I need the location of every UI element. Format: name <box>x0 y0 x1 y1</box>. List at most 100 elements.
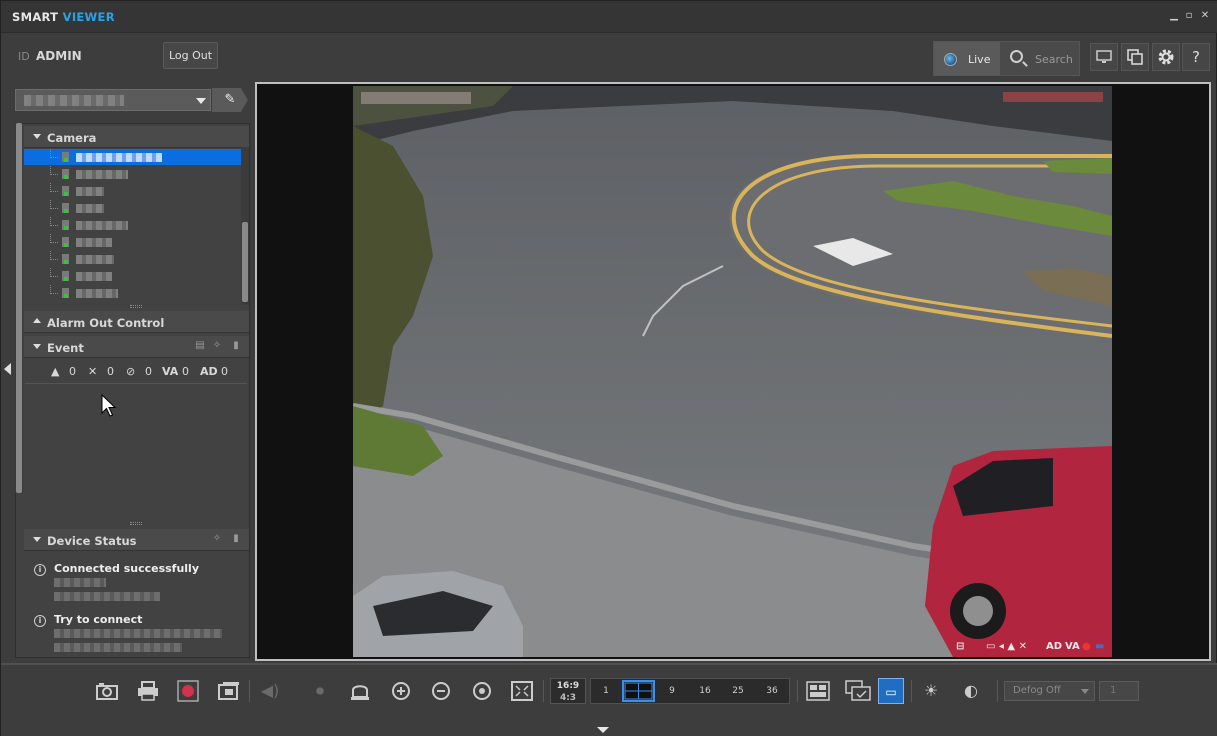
tab-search[interactable]: Search <box>1001 42 1079 75</box>
layout-icon[interactable] <box>1121 43 1149 71</box>
tab-live[interactable]: Live <box>934 42 1000 75</box>
toolbar-separator <box>997 680 998 702</box>
alarm-icon: ▲ <box>51 365 60 378</box>
minimize-icon[interactable]: ▁ <box>1169 11 1179 21</box>
camera-icon <box>62 169 69 179</box>
instant-playback-icon[interactable] <box>216 678 242 704</box>
event-section-title: Event <box>47 341 84 355</box>
aspect-ratio-toggle[interactable]: 16:9 4:3 <box>550 678 586 704</box>
close-icon[interactable]: ✕ <box>1200 11 1210 21</box>
camera-item[interactable] <box>24 234 241 250</box>
smart-viewer-window: SMART VIEWER ▁ ▫ ✕ ID ADMIN Log Out Live… <box>0 0 1217 736</box>
id-label: ID <box>18 50 30 63</box>
pin-icon[interactable]: ✧ <box>211 533 223 545</box>
camera-icon <box>62 288 69 298</box>
defog-select[interactable]: Defog Off <box>1004 681 1095 701</box>
maximize-icon[interactable]: ▫ <box>1184 11 1194 21</box>
live-icon <box>944 53 957 66</box>
trash-icon[interactable]: ▮ <box>230 340 242 352</box>
camera-icon <box>62 152 69 162</box>
speaker-icon[interactable]: ◀) <box>257 678 283 704</box>
camera-list-scrollbar[interactable] <box>241 147 249 305</box>
zoom-reset-icon[interactable] <box>469 678 495 704</box>
expand-icon <box>33 134 41 139</box>
va-label: VA <box>162 365 179 378</box>
layout-4[interactable] <box>622 680 655 702</box>
pin-icon[interactable]: ✧ <box>211 340 223 352</box>
site-select-value <box>24 95 124 106</box>
camera-item[interactable] <box>24 285 241 301</box>
info-icon: i <box>34 564 46 576</box>
search-icon <box>1010 50 1023 63</box>
lock-icon: ⊟ <box>956 641 965 652</box>
mouse-cursor-icon <box>101 394 117 417</box>
layout-36[interactable]: 36 <box>757 680 787 702</box>
scrollbar-thumb[interactable] <box>16 123 22 493</box>
settings-icon[interactable] <box>1152 43 1180 71</box>
osd-status-icons: ▭ ◂ ▲ ✕ <box>986 641 1027 652</box>
chevron-down-icon <box>196 98 206 104</box>
scrollbar-thumb[interactable] <box>242 222 248 302</box>
resize-grip[interactable] <box>130 522 142 525</box>
camera-icon <box>62 203 69 213</box>
expand-icon <box>33 344 41 349</box>
camera-section-header[interactable]: Camera <box>24 126 249 148</box>
camera-item[interactable] <box>24 166 241 182</box>
camera-item[interactable] <box>24 149 241 165</box>
microphone-icon[interactable]: ⏺ <box>307 678 333 704</box>
ratio-4-3: 4:3 <box>559 693 577 703</box>
logout-button[interactable]: Log Out <box>163 42 218 69</box>
fit-screen-icon[interactable] <box>509 678 535 704</box>
contrast-icon[interactable]: ◐ <box>958 678 984 704</box>
expand-timeline-icon[interactable] <box>597 727 609 733</box>
camera-icon <box>62 271 69 281</box>
help-icon[interactable]: ? <box>1182 43 1210 71</box>
osd-toggle-icon[interactable]: ▭ <box>878 678 904 704</box>
ratio-16-9: 16:9 <box>556 681 580 691</box>
sequence-icon[interactable] <box>805 678 831 704</box>
toolbar-separator <box>543 680 544 702</box>
monitor-icon[interactable] <box>1090 43 1118 71</box>
zoom-out-icon[interactable] <box>428 678 454 704</box>
camera-video-feed[interactable] <box>353 86 1112 657</box>
print-icon[interactable] <box>135 678 161 704</box>
site-select[interactable] <box>15 89 211 111</box>
layout-25[interactable]: 25 <box>723 680 753 702</box>
camera-item[interactable] <box>24 200 241 216</box>
zoom-in-icon[interactable] <box>388 678 414 704</box>
collapse-icon <box>33 318 41 323</box>
resize-grip[interactable] <box>130 305 142 308</box>
collapse-panel-icon[interactable] <box>4 363 11 375</box>
motion-icon: ✕ <box>88 365 98 378</box>
video-loss-count: 0 <box>145 365 152 378</box>
multi-monitor-icon[interactable] <box>845 678 871 704</box>
layout-16[interactable]: 16 <box>690 680 720 702</box>
camera-item[interactable] <box>24 268 241 284</box>
va-count: 0 <box>182 365 189 378</box>
camera-icon <box>62 254 69 264</box>
event-list-icon[interactable]: ▤ <box>194 340 206 352</box>
brightness-icon[interactable]: ☀ <box>918 678 944 704</box>
left-panel-scrollbar[interactable] <box>15 123 23 493</box>
camera-item[interactable] <box>24 217 241 233</box>
camera-item[interactable] <box>24 251 241 267</box>
defog-level-stepper[interactable]: 1 <box>1099 681 1139 701</box>
layout-9[interactable]: 9 <box>657 680 687 702</box>
defog-level-value: 1 <box>1110 685 1117 696</box>
snapshot-icon[interactable] <box>94 678 120 704</box>
event-section-header[interactable]: Event ▤ ✧ ▮ <box>24 336 249 358</box>
alarm-out-section-header[interactable]: Alarm Out Control <box>24 311 249 333</box>
trash-icon[interactable]: ▮ <box>230 533 242 545</box>
brand-smart: SMART <box>12 10 59 24</box>
device-status-text: Try to connect <box>54 613 143 626</box>
alarm-out-icon[interactable] <box>347 678 373 704</box>
camera-item[interactable] <box>24 183 241 199</box>
record-icon[interactable] <box>175 678 201 704</box>
ad-label: AD <box>200 365 218 378</box>
video-loss-icon: ⊘ <box>126 365 136 378</box>
edit-site-button[interactable]: ✎ <box>212 88 248 112</box>
tab-live-label: Live <box>968 53 991 66</box>
layout-1[interactable]: 1 <box>591 680 621 702</box>
defog-value: Defog Off <box>1013 685 1061 696</box>
device-status-section-header[interactable]: Device Status ✧ ▮ <box>24 529 249 551</box>
